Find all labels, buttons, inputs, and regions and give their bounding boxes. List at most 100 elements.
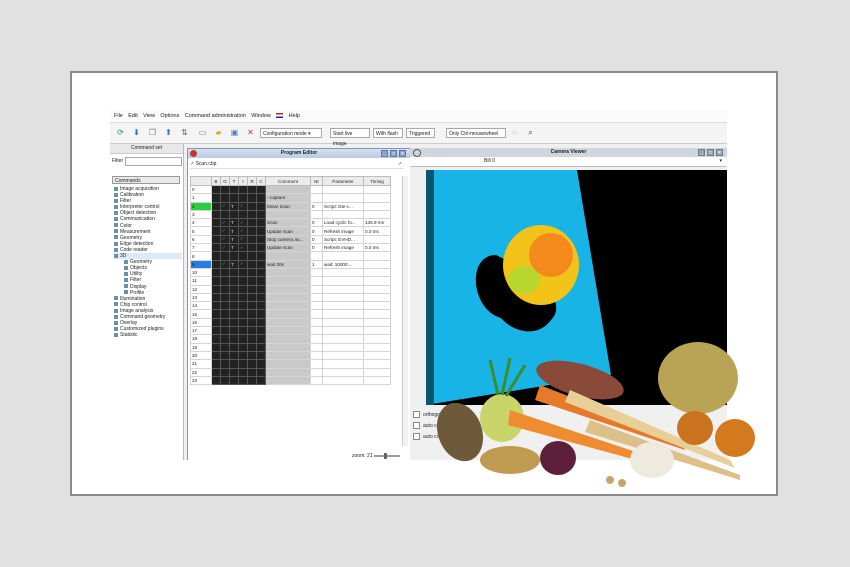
check-icon[interactable]: ✓ — [238, 234, 248, 245]
parameter-cell[interactable]: Refresh image — [322, 243, 364, 253]
parameter-cell[interactable]: Refresh image — [322, 226, 364, 236]
flag-cell[interactable] — [238, 209, 248, 220]
maximize-icon[interactable]: □ — [390, 150, 397, 157]
table-row[interactable]: 19 — [190, 342, 391, 352]
export-icon[interactable]: ⬆ — [164, 128, 173, 137]
flag-cell[interactable] — [247, 367, 257, 377]
nr-cell[interactable] — [310, 367, 323, 377]
flag-cell[interactable] — [229, 367, 239, 377]
comment-cell[interactable] — [265, 292, 311, 303]
flag-cell[interactable] — [247, 309, 257, 319]
flag-cell[interactable] — [211, 234, 221, 245]
nr-cell[interactable] — [310, 301, 323, 311]
parameter-cell[interactable] — [322, 209, 364, 220]
nr-cell[interactable] — [310, 317, 323, 328]
refresh-icon[interactable]: ⟳ — [116, 128, 125, 137]
flag-cell[interactable] — [256, 259, 266, 269]
save-icon[interactable]: ▣ — [230, 128, 239, 137]
table-row[interactable]: 17 — [190, 326, 391, 336]
flag-cell[interactable] — [256, 309, 266, 319]
table-row[interactable]: 11 — [190, 276, 391, 286]
parameter-cell[interactable] — [322, 267, 364, 278]
trigger-mark[interactable]: T — [229, 243, 239, 253]
table-row[interactable]: 8 — [190, 251, 391, 261]
parameter-cell[interactable] — [322, 276, 364, 286]
nr-cell[interactable] — [310, 284, 323, 294]
flag-cell[interactable] — [229, 334, 239, 344]
table-row[interactable]: 15 — [190, 309, 391, 319]
flag-cell[interactable] — [211, 259, 221, 269]
table-row[interactable]: 4 ✓ T ✓ Scan 0 Load cyclic fo... 135.9 ms — [190, 218, 391, 228]
flag-cell[interactable] — [211, 326, 221, 336]
table-row[interactable]: 20 — [190, 350, 391, 361]
comment-cell[interactable] — [265, 251, 311, 261]
flag-cell[interactable] — [238, 284, 248, 294]
check-icon[interactable]: ✓ — [220, 218, 230, 228]
flag-cell[interactable] — [256, 276, 266, 286]
program-table-scrollbar[interactable] — [402, 176, 408, 446]
flag-cell[interactable] — [229, 309, 239, 319]
flag-cell[interactable] — [247, 375, 257, 386]
flag-cell[interactable] — [256, 267, 266, 278]
flag-cell[interactable] — [256, 234, 266, 245]
flag-cell[interactable] — [256, 251, 266, 261]
table-row[interactable]: 9 ✓ T ✓ wait 20s 1 wait: 10000 ... — [190, 259, 391, 269]
table-row[interactable]: 1 --capture — [190, 193, 391, 203]
table-row[interactable]: 0 — [190, 184, 391, 195]
flag-cell[interactable] — [211, 267, 221, 278]
flag-cell[interactable] — [229, 193, 239, 203]
reset-zoom-icon[interactable]: ◌ — [510, 128, 519, 137]
zoom-slider[interactable] — [374, 452, 400, 459]
comment-cell[interactable]: Stop camera an... — [265, 234, 311, 245]
nr-cell[interactable] — [310, 334, 323, 344]
check-icon[interactable]: ✓ — [220, 259, 230, 269]
flag-cell[interactable] — [247, 350, 257, 361]
flag-icon[interactable] — [276, 113, 284, 119]
flag-cell[interactable] — [256, 218, 266, 228]
comment-cell[interactable]: --capture — [265, 193, 311, 203]
flag-cell[interactable] — [247, 342, 257, 352]
flag-cell[interactable] — [247, 267, 257, 278]
flag-cell[interactable] — [229, 326, 239, 336]
flag-cell[interactable] — [211, 375, 221, 386]
table-row[interactable]: 5 ✓ T ✓ Update scan 0 Refresh image 0.0 ms — [190, 226, 391, 236]
flag-cell[interactable] — [238, 276, 248, 286]
table-row[interactable]: 12 — [190, 284, 391, 294]
comment-cell[interactable] — [265, 184, 311, 195]
zoom-slider-thumb[interactable] — [384, 452, 387, 459]
flag-cell[interactable] — [229, 342, 239, 352]
flag-cell[interactable] — [247, 234, 257, 245]
flag-cell[interactable] — [238, 334, 248, 344]
nr-cell[interactable]: 0 — [310, 243, 323, 253]
flag-cell[interactable] — [229, 284, 239, 294]
flag-cell[interactable] — [220, 184, 230, 195]
flag-cell[interactable] — [229, 276, 239, 286]
flag-cell[interactable] — [220, 367, 230, 377]
trigger-mark[interactable]: T — [229, 259, 239, 269]
comment-cell[interactable]: Scan — [265, 218, 311, 228]
menu-view[interactable]: View — [143, 110, 155, 122]
flag-cell[interactable] — [256, 359, 266, 369]
flag-cell[interactable] — [220, 309, 230, 319]
check-icon[interactable]: ✓ — [238, 218, 248, 228]
flag-cell[interactable] — [211, 276, 221, 286]
flag-cell[interactable] — [256, 326, 266, 336]
parameter-cell[interactable] — [322, 292, 364, 303]
flag-cell[interactable] — [229, 350, 239, 361]
filter-input[interactable] — [125, 157, 182, 166]
flag-cell[interactable] — [211, 209, 221, 220]
flag-cell[interactable] — [211, 284, 221, 294]
flag-cell[interactable] — [238, 326, 248, 336]
table-row[interactable]: 16 — [190, 317, 391, 328]
flag-cell[interactable] — [211, 243, 221, 253]
nr-cell[interactable]: 0 — [310, 218, 323, 228]
table-row[interactable]: 3 — [190, 209, 391, 220]
flag-cell[interactable] — [229, 267, 239, 278]
flag-cell[interactable] — [211, 193, 221, 203]
maximize-icon[interactable]: □ — [707, 149, 714, 156]
flag-cell[interactable] — [256, 375, 266, 386]
flag-cell[interactable] — [256, 201, 266, 211]
nr-cell[interactable] — [310, 350, 323, 361]
comment-cell[interactable]: Update scan — [265, 243, 311, 253]
flag-cell[interactable] — [220, 276, 230, 286]
